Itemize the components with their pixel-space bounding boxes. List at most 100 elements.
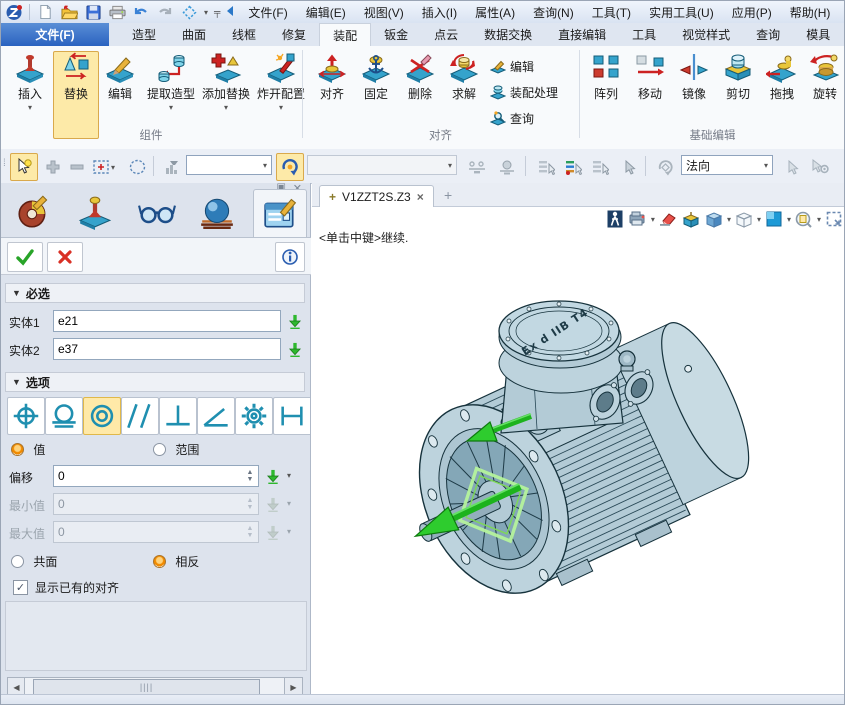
walk-through-icon[interactable]	[605, 209, 625, 229]
pick-cursor-button[interactable]	[10, 153, 38, 181]
ribbon-tab-dataexchange[interactable]: 数据交换	[471, 23, 545, 46]
value-radio[interactable]: 值	[11, 441, 45, 458]
max-spinner[interactable]: ▲▼	[243, 522, 257, 542]
ribbon-tab-pointcloud[interactable]: 点云	[421, 23, 471, 46]
print-icon[interactable]	[108, 3, 126, 21]
regen-icon[interactable]	[180, 3, 198, 21]
combobox-caret[interactable]: ▾	[448, 161, 452, 170]
dropdown-caret[interactable]: ▾	[817, 215, 821, 224]
pick-filter-button[interactable]	[157, 153, 185, 181]
cut-button[interactable]: 剪切	[716, 51, 760, 139]
combobox-caret[interactable]: ▾	[764, 161, 768, 170]
combobox-caret[interactable]: ▾	[263, 161, 267, 170]
dropdown-caret[interactable]: ▾	[787, 215, 791, 224]
graphics-viewport[interactable]: + V1ZZT2S.Z3 × + ▾ ▾ ▾ ▾ ▾ <单击中键>继续.	[312, 183, 845, 694]
menu-tools[interactable]: 工具(T)	[584, 1, 639, 24]
min-input[interactable]	[53, 493, 259, 515]
constraint-gear-button[interactable]	[235, 397, 273, 435]
offset-point-button[interactable]	[463, 153, 491, 181]
shaded-display-icon[interactable]	[704, 209, 724, 229]
list-all-button[interactable]	[586, 153, 614, 181]
ribbon-tab-surface[interactable]: 曲面	[169, 23, 219, 46]
dropdown-caret[interactable]: ▾	[651, 215, 655, 224]
tab-command-form[interactable]	[253, 189, 307, 238]
min-pick-caret[interactable]: ▾	[287, 499, 291, 508]
ribbon-tab-visualstyle[interactable]: 视觉样式	[669, 23, 743, 46]
maximize-view-icon[interactable]	[824, 209, 844, 229]
motor-3d-model[interactable]: Ex d IIB T4	[391, 271, 811, 631]
reorient-button[interactable]	[651, 153, 679, 181]
ribbon-tab-assembly[interactable]: 装配	[319, 23, 371, 46]
align-button[interactable]: 对齐	[309, 51, 355, 139]
wireframe-display-icon[interactable]	[734, 209, 754, 229]
rotate-button[interactable]: 旋转	[804, 51, 845, 139]
dropdown-caret[interactable]: ▾	[224, 104, 228, 112]
section-required[interactable]: ▼ 必选	[5, 283, 305, 303]
constraint-perpendicular-button[interactable]	[159, 397, 197, 435]
menu-utilities[interactable]: 实用工具(U)	[641, 1, 722, 24]
tab-close-icon[interactable]: ×	[417, 190, 424, 204]
insert-component-button[interactable]: 插入 ▾	[7, 51, 53, 139]
inquire-align-button[interactable]: 查询	[490, 110, 534, 127]
app-logo-icon[interactable]	[5, 3, 23, 21]
fix-button[interactable]: 固定	[353, 51, 399, 139]
reuse-selection-button[interactable]	[276, 153, 304, 181]
menu-insert[interactable]: 插入(I)	[414, 1, 465, 24]
pick-settings-button[interactable]	[806, 153, 834, 181]
tab-visualize[interactable]	[131, 189, 183, 237]
extract-shape-button[interactable]: 提取造型 ▾	[142, 51, 200, 139]
move-button[interactable]: 移动	[628, 51, 672, 139]
ribbon-tab-tools[interactable]: 工具	[619, 23, 669, 46]
constraint-concentric-button[interactable]	[83, 397, 121, 435]
ribbon-tab-directedit[interactable]: 直接编辑	[545, 23, 619, 46]
menu-edit[interactable]: 编辑(E)	[298, 1, 354, 24]
range-radio[interactable]: 范围	[153, 441, 199, 458]
menu-file[interactable]: 文件(F)	[240, 1, 295, 24]
view-orientation-icon[interactable]	[764, 209, 784, 229]
dropdown-caret[interactable]: ▾	[279, 104, 283, 112]
constraint-coincident-button[interactable]	[7, 397, 45, 435]
lasso-select-button[interactable]	[123, 153, 151, 181]
new-tab-button[interactable]: +	[444, 187, 452, 203]
toolbar-drag-handle[interactable]: ⁞	[3, 158, 6, 169]
offset-spinner[interactable]: ▲▼	[243, 466, 257, 486]
direction-combobox[interactable]: 法向▾	[681, 155, 773, 175]
more-commands-icon[interactable]: ╤	[214, 7, 220, 17]
max-input[interactable]	[53, 521, 259, 543]
tab-history[interactable]	[69, 189, 121, 237]
drag-button[interactable]: 拖拽	[760, 51, 804, 139]
constraint-parallel-button[interactable]	[121, 397, 159, 435]
new-document-icon[interactable]	[36, 3, 54, 21]
constraint-tangent-button[interactable]	[45, 397, 83, 435]
document-tab[interactable]: + V1ZZT2S.Z3 ×	[319, 185, 434, 207]
entity1-pick-button[interactable]	[285, 311, 305, 331]
render-settings-icon[interactable]	[628, 209, 648, 229]
ribbon-tab-mold[interactable]: 模具	[793, 23, 843, 46]
offset-pick-caret[interactable]: ▾	[287, 471, 291, 480]
menu-help[interactable]: 帮助(H)	[782, 1, 839, 24]
eraser-icon[interactable]	[658, 209, 678, 229]
ok-button[interactable]	[7, 242, 43, 272]
offset-input[interactable]	[53, 465, 259, 487]
ribbon-tab-sheetmetal[interactable]: 钣金	[371, 23, 421, 46]
undo-icon[interactable]	[132, 3, 150, 21]
min-spinner[interactable]: ▲▼	[243, 494, 257, 514]
entity2-pick-button[interactable]	[285, 339, 305, 359]
dropdown-caret[interactable]: ▾	[727, 215, 731, 224]
pattern-button[interactable]: 阵列	[584, 51, 628, 139]
tab-manager[interactable]	[7, 189, 59, 237]
panel-horizontal-scrollbar[interactable]: ◀ |||| ▶	[7, 677, 303, 695]
entity1-input[interactable]	[53, 310, 281, 332]
ribbon-tab-wireframe[interactable]: 线框	[219, 23, 269, 46]
list-pick-colored-button[interactable]	[559, 153, 587, 181]
secondary-filter-combobox[interactable]: ▾	[307, 155, 457, 175]
offset-pick-button[interactable]	[263, 466, 283, 486]
scrollbar-thumb[interactable]: ||||	[33, 679, 260, 695]
add-replace-button[interactable]: 添加替换 ▾	[197, 51, 255, 139]
zoom-view-icon[interactable]	[794, 209, 814, 229]
constraint-distance-button[interactable]	[273, 397, 310, 435]
mirror-button[interactable]: 镜像	[672, 51, 716, 139]
constraint-angle-button[interactable]	[197, 397, 235, 435]
section-options[interactable]: ▼ 选项	[5, 372, 305, 392]
entity2-input[interactable]	[53, 338, 281, 360]
